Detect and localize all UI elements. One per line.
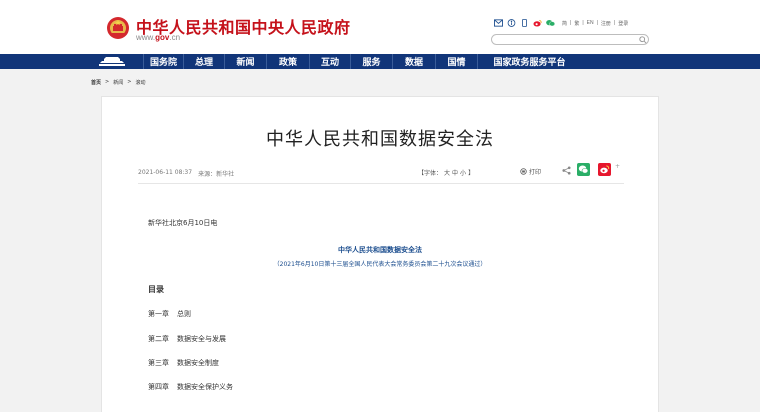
chapter-number: 第四章: [148, 383, 169, 391]
font-size-control: 【字体： 大 中 小 】: [418, 168, 474, 177]
site-url[interactable]: www.gov.cn: [136, 33, 180, 42]
source-name: 新华社: [216, 171, 235, 178]
accessibility-icon[interactable]: [507, 19, 516, 27]
weibo-icon[interactable]: [533, 19, 542, 27]
wechat-share-icon[interactable]: [577, 163, 590, 176]
breadcrumb-news[interactable]: 新闻: [113, 79, 123, 86]
chapter-number: 第一章: [148, 310, 169, 318]
breadcrumb-home[interactable]: 首页: [91, 79, 101, 86]
mail-icon[interactable]: [494, 19, 503, 27]
breadcrumb-separator: >: [127, 79, 132, 85]
font-large-button[interactable]: 大: [444, 168, 450, 177]
nav-item-services[interactable]: 服务: [350, 54, 392, 69]
print-icon: [520, 168, 527, 175]
nav-home[interactable]: [93, 54, 131, 69]
chapter-name: 数据安全保护义务: [177, 383, 233, 391]
nav-item-state-council[interactable]: 国务院: [143, 54, 183, 69]
breadcrumb-separator: >: [105, 79, 110, 85]
login-link[interactable]: 登录: [618, 20, 628, 27]
toc-heading: 目录: [148, 285, 164, 294]
share-icon[interactable]: [562, 166, 571, 175]
font-small-button[interactable]: 小: [460, 168, 466, 177]
mobile-icon[interactable]: [520, 19, 529, 27]
main-nav: 国务院 总理 新闻 政策 互动 服务 数据 国情 国家政务服务平台: [0, 54, 760, 69]
article-dateline: 新华社北京6月10日电: [148, 219, 218, 227]
font-label: 【字体：: [418, 170, 443, 177]
wechat-icon[interactable]: [546, 19, 555, 27]
nav-items: 国务院 总理 新闻 政策 互动 服务 数据 国情 国家政务服务平台: [143, 54, 581, 69]
chapter-number: 第二章: [148, 335, 169, 343]
header-tools: 简 | 繁 | EN | 注册 | 登录: [494, 19, 628, 27]
nav-item-national-conditions[interactable]: 国情: [435, 54, 477, 69]
chapter-name: 数据安全与发展: [177, 335, 226, 343]
lang-simplified-link[interactable]: 简: [562, 20, 567, 27]
language-links: 简 | 繁 | EN | 注册 | 登录: [562, 19, 629, 27]
article-card: 中华人民共和国数据安全法 2021-06-11 08:37 来源：新华社 【字体…: [101, 96, 659, 412]
article-meta: 2021-06-11 08:37 来源：新华社: [138, 169, 234, 178]
nav-item-service-platform[interactable]: 国家政务服务平台: [477, 54, 581, 69]
weibo-share-icon[interactable]: [598, 163, 611, 176]
lang-english-link[interactable]: EN: [587, 20, 594, 27]
publish-datetime: 2021-06-11 08:37: [138, 169, 193, 176]
search-icon[interactable]: [639, 36, 647, 44]
nav-item-data[interactable]: 数据: [392, 54, 435, 69]
toc-chapter: 第一章 总则: [148, 309, 191, 319]
nav-item-premier[interactable]: 总理: [183, 54, 224, 69]
toc-chapter: 第四章 数据安全保护义务: [148, 382, 233, 392]
nav-item-interaction[interactable]: 互动: [309, 54, 350, 69]
meta-divider: [138, 183, 624, 184]
more-share-icon[interactable]: +: [615, 163, 620, 170]
search-input[interactable]: [491, 34, 649, 45]
chapter-name: 数据安全制度: [177, 359, 219, 367]
chapter-number: 第三章: [148, 359, 169, 367]
law-title: 中华人民共和国数据安全法: [338, 246, 422, 254]
site-header: 中华人民共和国中央人民政府 www.gov.cn 简 | 繁 | EN | 注册 | 登…: [0, 0, 760, 54]
font-close: 】: [468, 170, 475, 177]
nav-item-news[interactable]: 新闻: [224, 54, 266, 69]
source-label: 来源：: [198, 171, 217, 178]
chapter-name: 总则: [177, 310, 191, 318]
register-link[interactable]: 注册: [601, 20, 611, 27]
article-title: 中华人民共和国数据安全法: [266, 129, 494, 150]
toc-chapter: 第二章 数据安全与发展: [148, 334, 226, 344]
font-medium-button[interactable]: 中: [452, 168, 458, 177]
breadcrumb-rolling[interactable]: 滚动: [135, 79, 145, 86]
print-button[interactable]: 打印: [520, 167, 541, 176]
national-emblem-icon[interactable]: [106, 16, 130, 40]
law-adoption-note: （2021年6月10日第十三届全国人民代表大会常务委员会第二十九次会议通过）: [273, 261, 487, 268]
tiananmen-home-icon[interactable]: [98, 56, 126, 67]
toc-chapter: 第三章 数据安全制度: [148, 358, 219, 368]
nav-item-policy[interactable]: 政策: [266, 54, 309, 69]
breadcrumb: 首页 > 新闻 > 滚动: [91, 79, 145, 86]
lang-traditional-link[interactable]: 繁: [574, 20, 579, 27]
